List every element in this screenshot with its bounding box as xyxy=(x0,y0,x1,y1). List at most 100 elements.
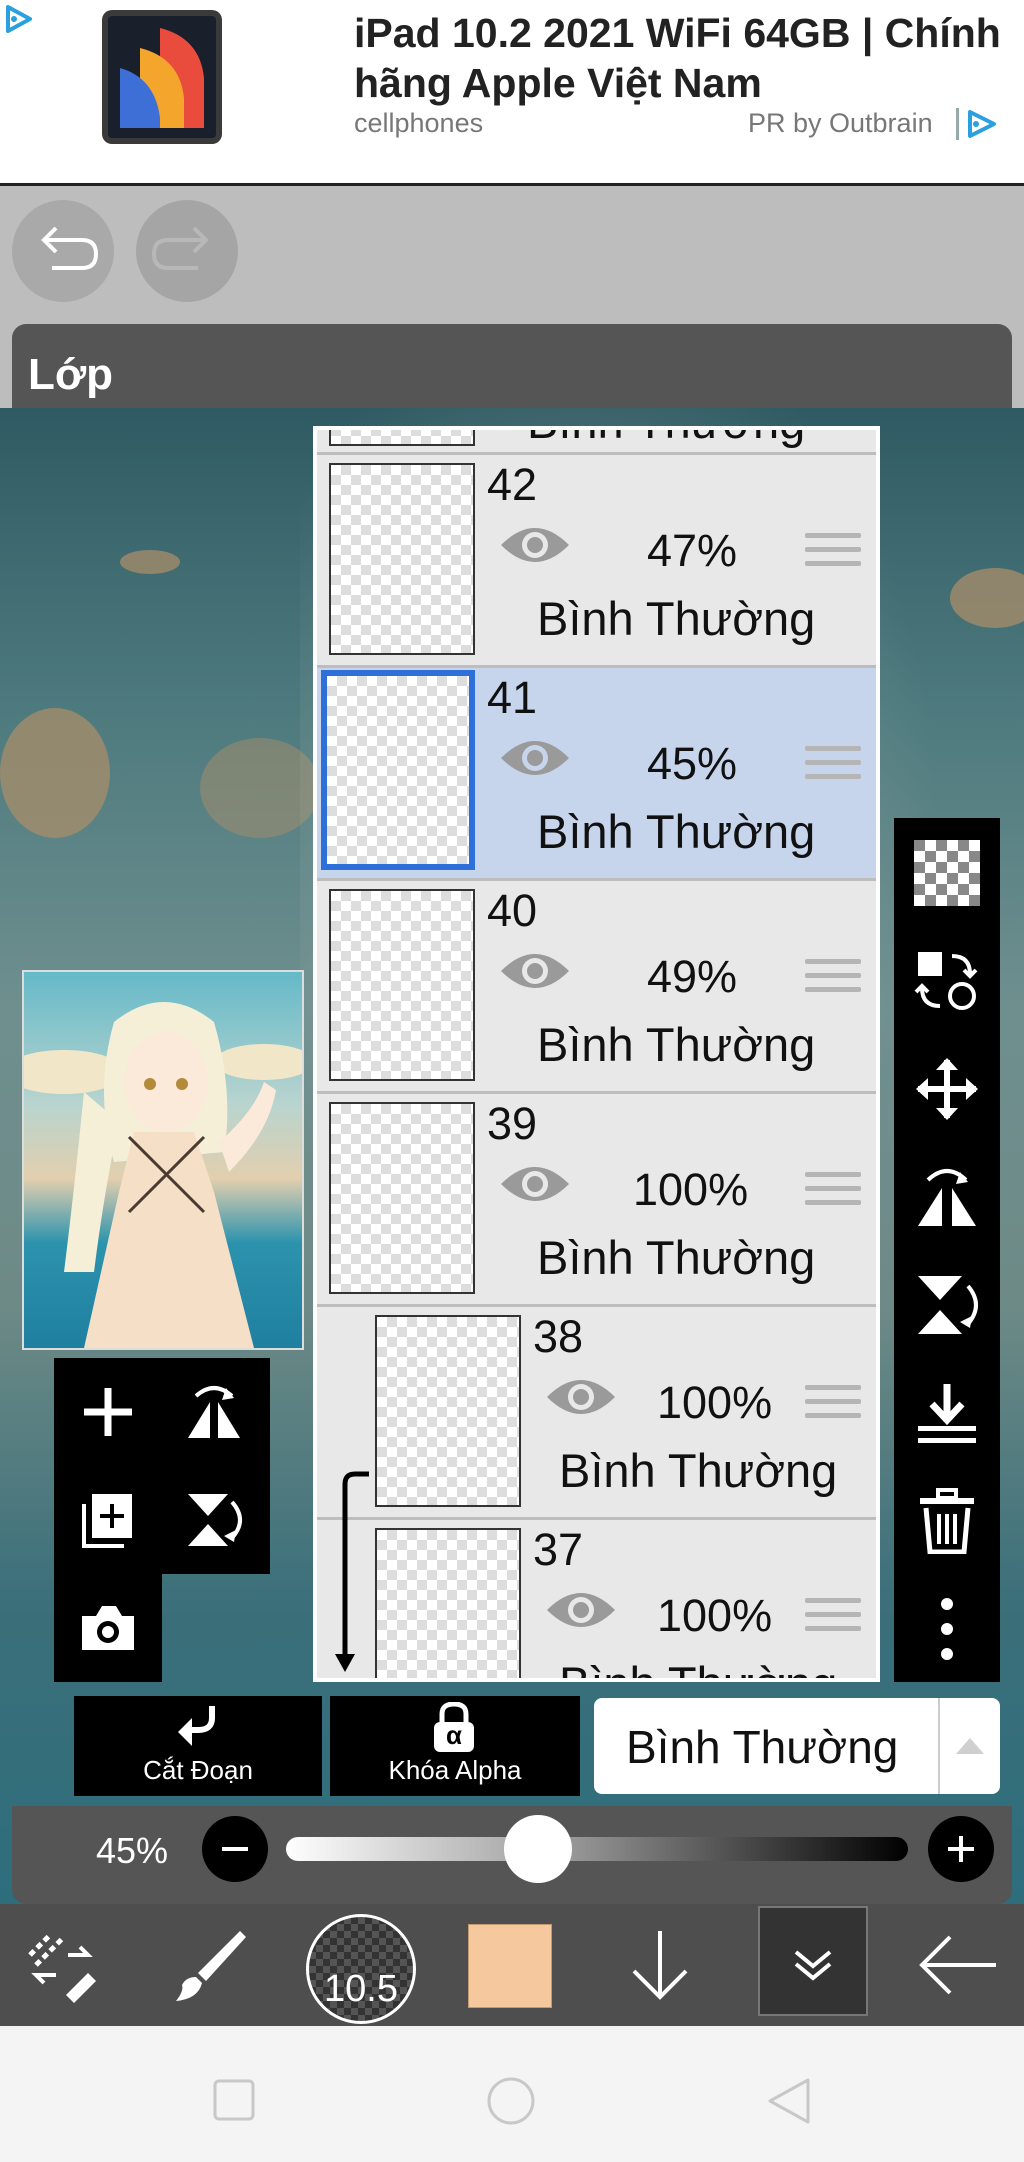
layer-list-scroll[interactable]: Bình Thường 42 47% Bình Thường 41 45% Bì… xyxy=(317,430,876,1678)
layer-row-clipped[interactable]: 38 100% Bình Thường xyxy=(317,1307,876,1520)
layer-opacity: 47% xyxy=(647,525,738,576)
transform-icon[interactable] xyxy=(22,1925,102,2005)
layer-row-selected[interactable]: 41 45% Bình Thường xyxy=(317,668,876,881)
trash-icon[interactable] xyxy=(914,1488,980,1554)
flip-vertical-icon[interactable] xyxy=(914,1272,980,1338)
layer-row[interactable]: 39 100% Bình Thường xyxy=(317,1094,876,1307)
opacity-value: 45% xyxy=(96,1830,169,1871)
drag-handle-icon[interactable] xyxy=(805,533,861,575)
alpha-lock-button[interactable]: α Khóa Alpha xyxy=(330,1696,580,1796)
layer-opacity: 100% xyxy=(657,1377,773,1428)
opacity-increase-button[interactable] xyxy=(928,1816,994,1882)
home-icon[interactable] xyxy=(486,2076,536,2126)
ad-sponsor-label[interactable]: PR by Outbrain xyxy=(748,108,933,139)
plus-icon xyxy=(948,1836,974,1862)
eye-icon[interactable] xyxy=(543,1371,619,1423)
layer-row[interactable]: 40 49% Bình Thường xyxy=(317,881,876,1094)
layer-thumbnail[interactable] xyxy=(375,1315,521,1507)
layer-blend-mode[interactable]: Bình Thường xyxy=(537,804,815,859)
camera-icon[interactable] xyxy=(78,1598,138,1658)
cloud-shape xyxy=(0,708,110,838)
color-swatch[interactable] xyxy=(468,1924,552,2008)
layer-menu-button[interactable] xyxy=(758,1906,868,2016)
double-chevron-down-icon xyxy=(794,1950,832,1981)
layer-blend-mode[interactable]: Bình Thường xyxy=(537,591,815,646)
layer-opacity: 49% xyxy=(647,951,738,1002)
flip-layer-horizontal-icon[interactable] xyxy=(184,1382,244,1442)
layer-thumbnail[interactable] xyxy=(375,1528,521,1678)
ad-title[interactable]: iPad 10.2 2021 WiFi 64GB | Chính hãng Ap… xyxy=(354,8,1014,108)
brush-icon[interactable] xyxy=(170,1925,250,2005)
layer-row-clipped[interactable]: 37 100% Bình Thường xyxy=(317,1520,876,1678)
layer-number: 38 xyxy=(533,1311,584,1362)
layer-number: 42 xyxy=(487,459,538,510)
ad-product-image[interactable] xyxy=(100,8,224,146)
eye-icon[interactable] xyxy=(497,1158,573,1210)
drag-handle-icon[interactable] xyxy=(805,1172,861,1214)
eye-icon[interactable] xyxy=(497,732,573,784)
layer-opacity: 100% xyxy=(633,1164,749,1215)
layer-thumbnail[interactable] xyxy=(329,1102,475,1294)
flip-horizontal-icon[interactable] xyxy=(914,1164,980,1230)
alpha-glyph: α xyxy=(446,1720,462,1750)
add-layer-icon[interactable] xyxy=(78,1382,138,1442)
layer-blend-mode[interactable]: Bình Thường xyxy=(537,1230,815,1285)
layer-blend-mode[interactable]: Bình Thường xyxy=(559,1656,837,1678)
copy-layer-icon[interactable] xyxy=(78,1490,138,1550)
layer-thumbnail[interactable] xyxy=(329,463,475,655)
layer-row-partial[interactable]: Bình Thường xyxy=(317,430,876,455)
drag-handle-icon[interactable] xyxy=(805,959,861,1001)
more-icon[interactable] xyxy=(914,1596,980,1662)
transparency-icon[interactable] xyxy=(914,840,980,906)
layer-panel-title: Lớp xyxy=(28,350,114,399)
ad-source[interactable]: cellphones xyxy=(354,108,483,139)
layer-opacity: 45% xyxy=(647,738,738,789)
layer-blend-mode[interactable]: Bình Thường xyxy=(527,430,805,449)
preview-artwork xyxy=(24,1002,302,1348)
layer-actions-toolbar xyxy=(54,1358,270,1574)
layer-thumbnail[interactable] xyxy=(329,430,475,446)
layer-number: 41 xyxy=(487,672,538,723)
opacity-decrease-button[interactable] xyxy=(202,1816,268,1882)
undo-button[interactable] xyxy=(12,200,114,302)
drag-handle-icon[interactable] xyxy=(805,1598,861,1640)
eye-icon[interactable] xyxy=(497,519,573,571)
merge-down-icon[interactable] xyxy=(914,1380,980,1446)
opacity-slider[interactable] xyxy=(286,1837,908,1861)
layer-blend-mode[interactable]: Bình Thường xyxy=(537,1017,815,1072)
layer-row[interactable]: 42 47% Bình Thường xyxy=(317,455,876,668)
layer-number: 39 xyxy=(487,1098,538,1149)
flip-layer-vertical-icon[interactable] xyxy=(184,1490,244,1550)
arrow-down-icon[interactable] xyxy=(620,1925,700,2005)
system-navigation-bar xyxy=(0,2026,1024,2162)
clipping-button[interactable]: Cắt Đoạn xyxy=(74,1696,322,1796)
back-icon[interactable] xyxy=(918,1925,998,2005)
canvas-preview[interactable] xyxy=(22,970,304,1350)
recent-apps-icon[interactable] xyxy=(212,2078,256,2122)
adchoices-icon[interactable] xyxy=(4,4,34,34)
opacity-slider-thumb[interactable] xyxy=(503,1815,572,1883)
clipping-label: Cắt Đoạn xyxy=(143,1755,253,1785)
eye-icon[interactable] xyxy=(543,1584,619,1636)
layer-number: 40 xyxy=(487,885,538,936)
layer-thumbnail[interactable] xyxy=(329,889,475,1081)
blend-mode-dropdown-button[interactable] xyxy=(938,1698,1000,1794)
clipping-arrow-icon xyxy=(335,1471,369,1672)
layer-swap-icon[interactable] xyxy=(914,948,980,1014)
outbrain-icon[interactable] xyxy=(956,106,1000,142)
layer-thumbnail[interactable] xyxy=(321,670,475,870)
layer-opacity: 100% xyxy=(657,1590,773,1641)
move-icon[interactable] xyxy=(914,1056,980,1122)
alpha-lock-label: Khóa Alpha xyxy=(388,1755,522,1785)
drag-handle-icon[interactable] xyxy=(805,1385,861,1427)
layer-list[interactable]: Bình Thường 42 47% Bình Thường 41 45% Bì… xyxy=(313,426,880,1682)
brush-size-value: 10.5 xyxy=(324,1968,398,2010)
ad-banner[interactable]: iPad 10.2 2021 WiFi 64GB | Chính hãng Ap… xyxy=(0,0,1024,186)
drag-handle-icon[interactable] xyxy=(805,746,861,788)
redo-button[interactable] xyxy=(136,200,238,302)
back-nav-icon[interactable] xyxy=(766,2076,812,2126)
eye-icon[interactable] xyxy=(497,945,573,997)
layer-blend-mode[interactable]: Bình Thường xyxy=(559,1443,837,1498)
blend-mode-value: Bình Thường xyxy=(626,1721,899,1773)
layer-actions-toolbar-extra xyxy=(54,1574,162,1682)
